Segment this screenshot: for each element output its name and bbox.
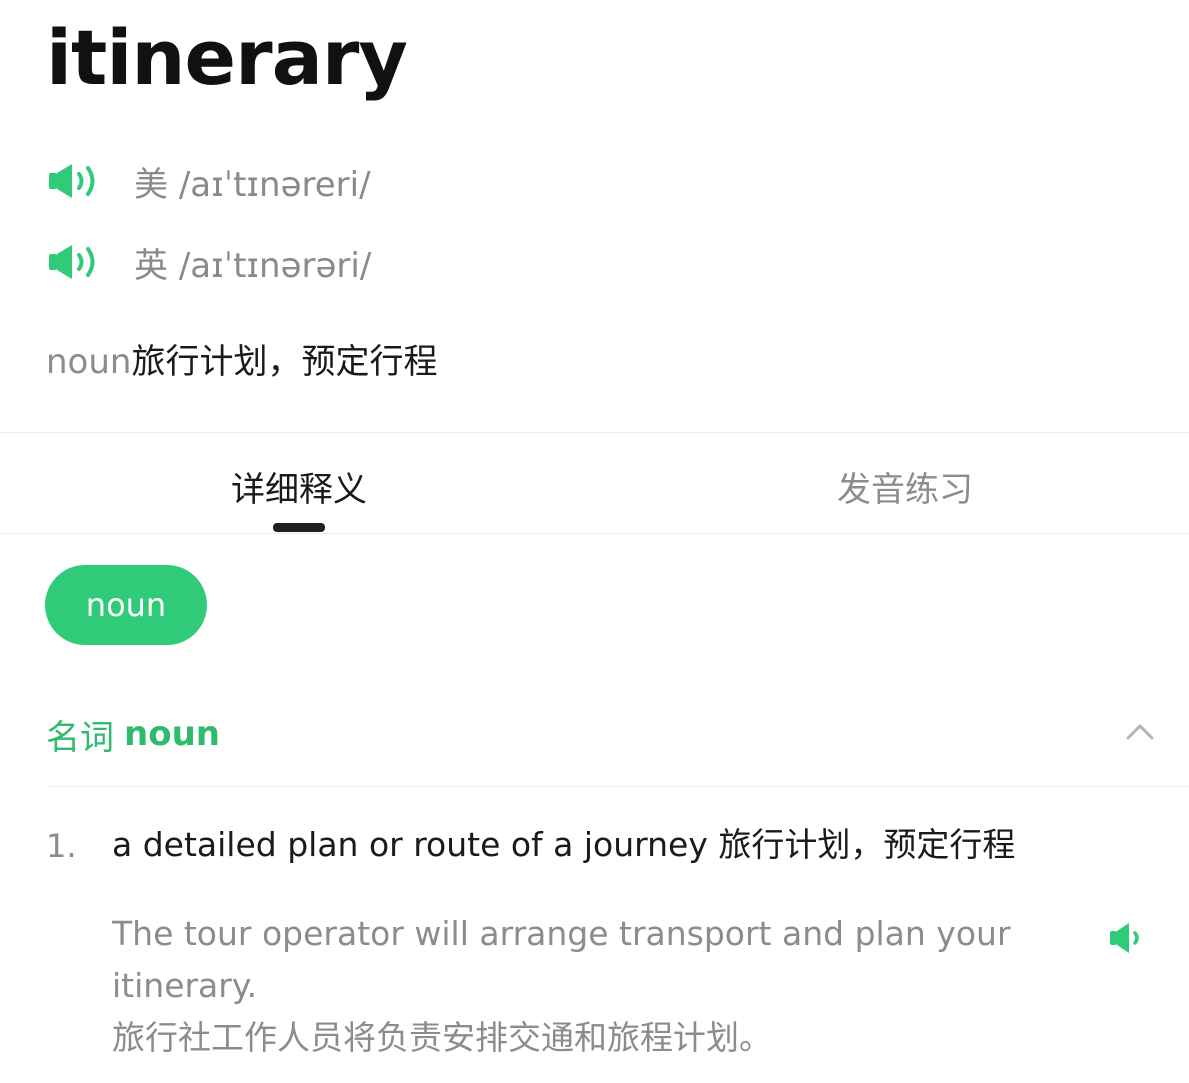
region-label: 美 bbox=[134, 164, 168, 205]
tab-indicator bbox=[273, 523, 325, 532]
summary-translation: 旅行计划，预定行程 bbox=[131, 342, 438, 382]
section-title-en: noun bbox=[124, 714, 220, 754]
tab-detailed-definition[interactable]: 详细释义 bbox=[200, 460, 398, 512]
example-sentence-zh: 旅行社工作人员将负责安排交通和旅程计划。 bbox=[112, 1018, 772, 1057]
ipa-text: /aɪˈtɪnəreri/ bbox=[178, 164, 371, 205]
example-speaker-icon[interactable] bbox=[1108, 918, 1148, 958]
example-sentence-en: The tour operator will arrange transport… bbox=[112, 908, 1012, 1012]
definition-number: 1. bbox=[46, 827, 77, 865]
example-line: The tour operator will arrange transport… bbox=[112, 914, 1011, 953]
speaker-icon[interactable] bbox=[46, 242, 104, 282]
pronunciation-us: 美 /aɪˈtɪnəreri/ bbox=[46, 157, 371, 206]
section-header-noun[interactable]: 名词 noun bbox=[46, 708, 220, 760]
definition-text: a detailed plan or route of a journey 旅行… bbox=[112, 825, 1016, 864]
region-label: 英 bbox=[134, 245, 168, 286]
chevron-up-icon[interactable] bbox=[1120, 712, 1160, 752]
tab-pronunciation-practice[interactable]: 发音练习 bbox=[806, 460, 1004, 512]
pos-filter-pill[interactable]: noun bbox=[45, 565, 207, 645]
pronunciation-uk: 英 /aɪˈtɪnərəri/ bbox=[46, 238, 371, 287]
summary-pos: noun bbox=[46, 342, 132, 382]
summary-line: noun 旅行计划，预定行程 bbox=[46, 334, 437, 384]
pronunciation-us-text: 美 /aɪˈtɪnəreri/ bbox=[134, 157, 371, 206]
speaker-icon[interactable] bbox=[46, 161, 104, 201]
example-line: itinerary. bbox=[112, 966, 258, 1005]
divider bbox=[0, 533, 1189, 534]
divider bbox=[0, 432, 1189, 433]
section-title-zh: 名词 bbox=[46, 717, 114, 758]
divider bbox=[46, 786, 1189, 787]
ipa-text: /aɪˈtɪnərəri/ bbox=[178, 245, 372, 286]
pronunciation-uk-text: 英 /aɪˈtɪnərəri/ bbox=[134, 238, 371, 287]
headword: itinerary bbox=[46, 13, 408, 102]
